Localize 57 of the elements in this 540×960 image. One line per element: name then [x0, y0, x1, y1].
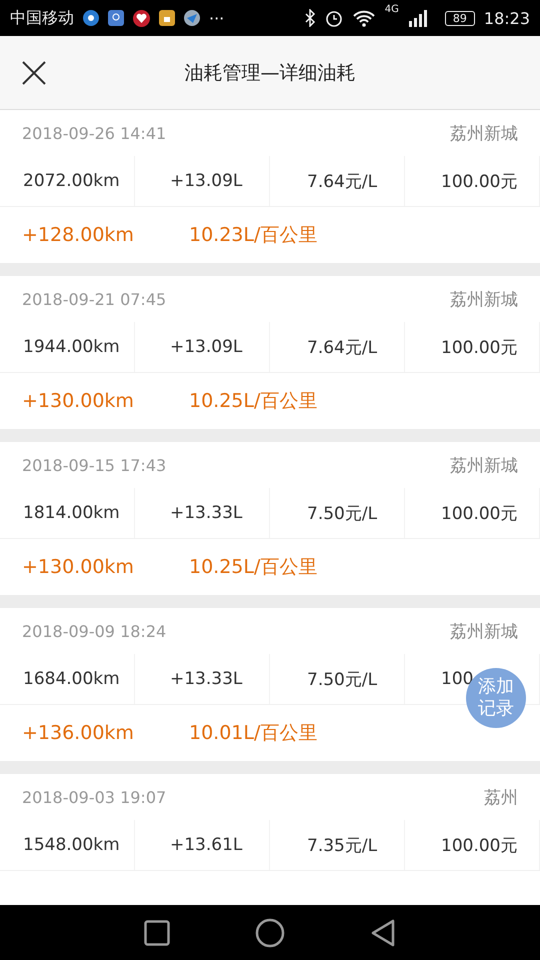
record-location: 荔州 [484, 786, 518, 808]
fuel-consumption: 10.25L/百公里 [189, 555, 318, 580]
app-icon [83, 10, 99, 26]
home-icon[interactable] [255, 918, 285, 948]
record-value: +13.33L [170, 503, 242, 523]
record-value: 100.00元 [441, 834, 518, 856]
record-card[interactable]: 2018-09-26 14:41 荔州新城 2072.00km +13.09L 7.64元/L 100.00元 +128.00km 10.23L/百公里 [0, 110, 540, 263]
carrier-name: 中国移动 [10, 8, 74, 28]
wifi-icon [352, 9, 376, 27]
distance-driven: +136.00km [22, 722, 135, 744]
alarm-clock-icon [324, 9, 343, 27]
record-value: 1684.00km [23, 669, 120, 689]
record-value: 100.00元 [441, 170, 518, 192]
distance-driven: +130.00km [22, 390, 135, 412]
bluetooth-icon [304, 9, 316, 27]
record-card[interactable]: 2018-09-21 07:45 荔州新城 1944.00km +13.09L 7.64元/L 100.00元 +130.00km 10.25L/百公里 [0, 276, 540, 429]
record-value: 7.35元/L [307, 834, 378, 856]
record-value: 7.50元/L [307, 502, 378, 524]
battery-level: 89 [444, 10, 475, 26]
more-indicator: ··· [209, 8, 224, 28]
record-value: 1944.00km [23, 337, 120, 357]
record-value: +13.61L [170, 835, 242, 855]
record-date: 2018-09-03 19:07 [22, 788, 166, 806]
fuel-consumption: 10.23L/百公里 [189, 223, 318, 248]
page-title: 油耗管理—详细油耗 [184, 60, 356, 86]
record-date: 2018-09-09 18:24 [22, 622, 166, 640]
record-location: 荔州新城 [450, 454, 518, 476]
record-value: 100.00元 [441, 336, 518, 358]
network-type: 4G [384, 4, 399, 15]
record-value: 7.64元/L [307, 170, 378, 192]
record-value: 1814.00km [23, 503, 120, 523]
record-location: 荔州新城 [450, 288, 518, 310]
record-value: 7.64元/L [307, 336, 378, 358]
record-value: +13.09L [170, 337, 242, 357]
record-value: 2072.00km [23, 171, 120, 191]
distance-driven: +128.00km [22, 224, 135, 246]
signal-icon [408, 9, 428, 27]
record-card[interactable]: 2018-09-03 19:07 荔州 1548.00km +13.61L 7.35元/L 100.00元 [0, 774, 540, 905]
record-card[interactable]: 2018-09-15 17:43 荔州新城 1814.00km +13.33L 7.50元/L 100.00元 +130.00km 10.25L/百公里 [0, 442, 540, 595]
record-location: 荔州新城 [450, 122, 518, 144]
record-date: 2018-09-15 17:43 [22, 456, 166, 474]
record-value: 1548.00km [23, 835, 120, 855]
record-location: 荔州新城 [450, 620, 518, 642]
record-value: 7.50元/L [307, 668, 378, 690]
fuel-consumption: 10.01L/百公里 [189, 721, 318, 746]
fuel-consumption: 10.25L/百公里 [189, 389, 318, 414]
distance-driven: +130.00km [22, 556, 135, 578]
back-icon[interactable] [370, 918, 396, 946]
paper-plane-icon [184, 10, 200, 26]
record-date: 2018-09-26 14:41 [22, 124, 166, 142]
close-icon [22, 60, 46, 84]
record-value: +13.09L [170, 171, 242, 191]
record-value: +13.33L [170, 669, 242, 689]
clock-time: 18:23 [484, 8, 530, 28]
record-date: 2018-09-21 07:45 [22, 290, 166, 308]
recent-apps-icon[interactable] [144, 920, 170, 946]
record-value: 100.00元 [441, 502, 518, 524]
